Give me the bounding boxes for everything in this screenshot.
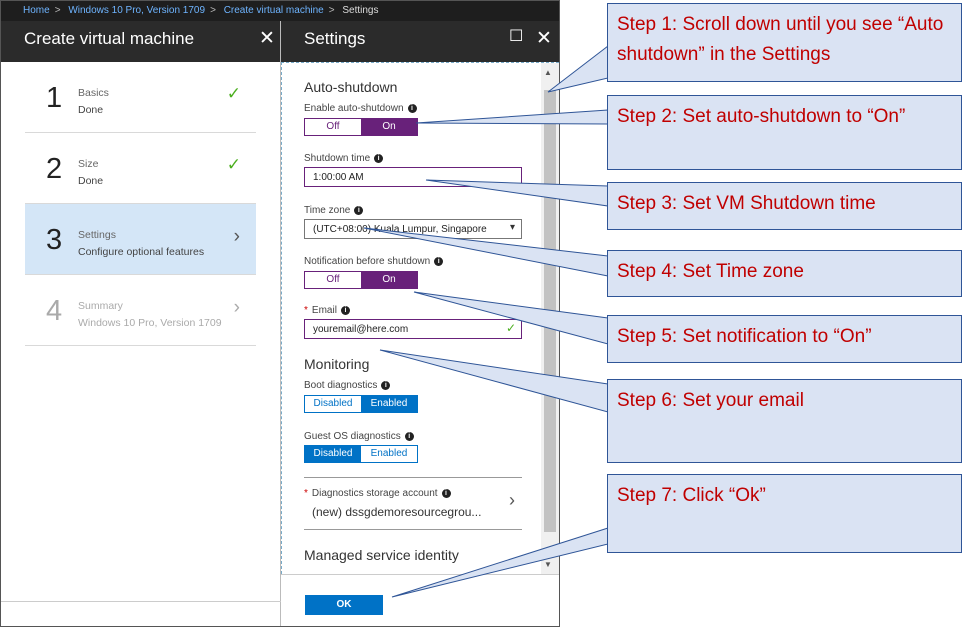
step-title: Size (78, 158, 99, 170)
blade-title: Create virtual machine (24, 29, 195, 48)
info-icon: i (407, 104, 417, 113)
breadcrumb-current: Settings (342, 5, 379, 16)
blade-title: Settings (304, 29, 366, 48)
breadcrumb-marketplace-item[interactable]: Windows 10 Pro, Version 1709 (68, 5, 205, 16)
managed-service-identity-heading: Managed service identity (304, 547, 459, 563)
info-icon: i (404, 432, 414, 441)
step-subtitle: Done (78, 104, 104, 116)
info-icon: i (441, 489, 451, 498)
wizard-step-basics[interactable]: 1 Basics Done ✓ (25, 62, 256, 133)
email-label: * Email i (304, 305, 350, 316)
breadcrumb-separator: > (328, 5, 335, 16)
breadcrumb-home[interactable]: Home (23, 5, 50, 16)
check-icon: ✓ (226, 84, 241, 103)
settings-footer: OK (281, 574, 559, 626)
time-zone-select[interactable]: (UTC+08:00) Kuala Lumpur, Singapore ▾ (304, 219, 522, 239)
close-icon[interactable]: ✕ (259, 27, 275, 50)
info-icon: i (340, 306, 350, 315)
step-subtitle: Windows 10 Pro, Version 1709 (78, 317, 222, 329)
toggle-disabled[interactable]: Disabled (305, 446, 361, 462)
scroll-down-icon[interactable]: ▼ (544, 560, 552, 569)
breadcrumb: Home > Windows 10 Pro, Version 1709 > Crea… (1, 1, 559, 21)
chevron-right-icon: › (509, 490, 515, 510)
auto-shutdown-heading: Auto-shutdown (304, 79, 398, 95)
info-icon: i (381, 381, 391, 390)
step-number: 4 (46, 295, 63, 327)
step-title: Settings (78, 229, 116, 241)
required-asterisk: * (304, 305, 308, 316)
chevron-right-icon: › (233, 297, 240, 318)
toggle-on[interactable]: On (361, 272, 417, 288)
callout-step-6: Step 6: Set your email (607, 379, 962, 463)
shutdown-time-label: Shutdown time i (304, 153, 384, 164)
time-zone-label: Time zone i (304, 205, 364, 216)
toggle-disabled[interactable]: Disabled (305, 396, 361, 412)
step-title: Summary (78, 300, 123, 312)
notification-toggle[interactable]: Off On (304, 271, 418, 289)
breadcrumb-separator: > (54, 5, 61, 16)
callout-step-5: Step 5: Set notification to “On” (607, 315, 962, 363)
storage-account-label: * Diagnostics storage account i (304, 488, 451, 499)
monitoring-heading: Monitoring (304, 356, 370, 372)
boot-diagnostics-toggle[interactable]: Disabled Enabled (304, 395, 418, 413)
check-icon: ✓ (226, 155, 241, 174)
wizard-step-settings[interactable]: 3 Settings Configure optional features › (25, 204, 256, 275)
maximize-icon[interactable]: ☐ (509, 26, 523, 46)
toggle-enabled[interactable]: Enabled (361, 446, 417, 462)
info-icon: i (434, 257, 444, 266)
step-subtitle: Configure optional features (78, 246, 205, 258)
vertical-scrollbar[interactable]: ▲ ▼ (541, 63, 559, 574)
ok-button[interactable]: OK (305, 595, 383, 615)
auto-shutdown-toggle[interactable]: Off On (304, 118, 418, 136)
check-icon: ✓ (505, 321, 516, 335)
portal-screenshot: Home > Windows 10 Pro, Version 1709 > Crea… (0, 0, 560, 627)
close-icon[interactable]: ✕ (536, 27, 552, 50)
breadcrumb-separator: > (210, 5, 216, 16)
storage-account-value: (new) dssgdemoresourcegrou... (312, 505, 482, 519)
info-icon: i (354, 206, 364, 215)
step-number: 2 (46, 153, 63, 185)
step-number: 3 (46, 224, 63, 256)
settings-scroll-area[interactable]: Auto-shutdown Enable auto-shutdown i Off … (281, 62, 559, 574)
callout-step-3: Step 3: Set VM Shutdown time (607, 182, 962, 230)
callout-step-2: Step 2: Set auto-shutdown to “On” (607, 95, 962, 170)
info-icon: i (374, 154, 384, 163)
guest-os-diagnostics-toggle[interactable]: Disabled Enabled (304, 445, 418, 463)
enable-auto-shutdown-label: Enable auto-shutdown i (304, 103, 417, 114)
boot-diagnostics-label: Boot diagnostics i (304, 380, 391, 391)
chevron-down-icon: ▾ (509, 222, 515, 233)
chevron-right-icon: › (233, 226, 240, 247)
email-input[interactable]: youremail@here.com ✓ (304, 319, 522, 339)
callout-step-1: Step 1: Scroll down until you see “Auto … (607, 3, 962, 82)
scroll-up-icon[interactable]: ▲ (544, 68, 552, 77)
callout-step-7: Step 7: Click “Ok” (607, 474, 962, 553)
step-subtitle: Done (78, 175, 104, 187)
time-zone-value: (UTC+08:00) Kuala Lumpur, Singapore (313, 224, 487, 235)
blade-footer-divider (1, 601, 281, 602)
breadcrumb-create-vm[interactable]: Create virtual machine (224, 5, 324, 16)
scrollbar-thumb[interactable] (544, 90, 556, 532)
toggle-off[interactable]: Off (305, 119, 361, 135)
required-asterisk: * (304, 488, 308, 499)
wizard-step-size[interactable]: 2 Size Done ✓ (25, 133, 256, 204)
settings-blade: Settings ☐ ✕ Auto-shutdown Enable auto-s… (281, 21, 559, 626)
toggle-on[interactable]: On (361, 119, 417, 135)
settings-header: Settings ☐ ✕ (281, 21, 559, 62)
create-vm-blade: Create virtual machine ✕ 1 Basics Done ✓… (1, 21, 281, 626)
toggle-off[interactable]: Off (305, 272, 361, 288)
step-number: 1 (46, 82, 63, 114)
step-title: Basics (78, 87, 109, 99)
divider (304, 477, 522, 478)
create-vm-header: Create virtual machine ✕ (1, 21, 280, 62)
email-value: youremail@here.com (313, 324, 409, 335)
guest-os-diagnostics-label: Guest OS diagnostics i (304, 431, 414, 442)
divider (304, 529, 522, 530)
wizard-step-summary[interactable]: 4 Summary Windows 10 Pro, Version 1709 › (25, 275, 256, 346)
toggle-enabled[interactable]: Enabled (361, 396, 417, 412)
shutdown-time-input[interactable]: 1:00:00 AM (304, 167, 522, 187)
callout-step-4: Step 4: Set Time zone (607, 250, 962, 297)
notification-label: Notification before shutdown i (304, 256, 444, 267)
